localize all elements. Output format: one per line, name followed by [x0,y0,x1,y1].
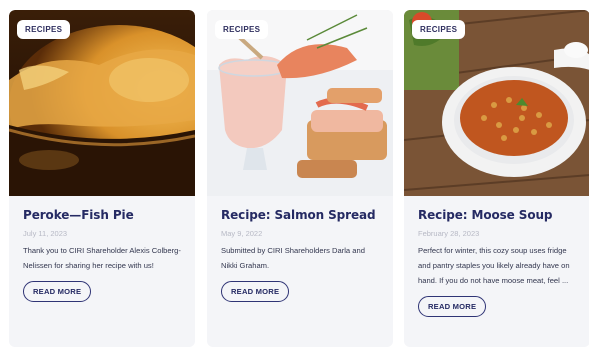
card-excerpt: Perfect for winter, this cozy soup uses … [418,246,570,285]
read-more-button[interactable]: READ MORE [221,281,290,302]
recipe-card-salmon-spread[interactable]: RECIPES Recipe: Salmon Spread May 9, 202… [207,10,393,347]
post-date: July 11, 2023 [23,229,68,238]
moose-soup-photo[interactable]: RECIPES [404,10,589,196]
recipe-card-moose-soup[interactable]: RECIPES Recipe: Moose Soup February 28, … [404,10,589,347]
recipe-card-fish-pie[interactable]: RECIPES Peroke—Fish Pie July 11, 2023 Th… [9,10,195,347]
post-date: February 28, 2023 [418,229,480,238]
post-date: May 9, 2022 [221,229,263,238]
category-badge[interactable]: RECIPES [215,20,269,39]
card-title[interactable]: Recipe: Salmon Spread [221,208,379,223]
recipe-card-grid: RECIPES Peroke—Fish Pie July 11, 2023 Th… [0,0,589,347]
card-title[interactable]: Recipe: Moose Soup [418,208,576,223]
salmon-spread-photo[interactable]: RECIPES [207,10,393,196]
card-title[interactable]: Peroke—Fish Pie [23,208,181,223]
fish-pie-photo[interactable]: RECIPES [9,10,195,196]
read-more-button[interactable]: READ MORE [418,296,487,317]
read-more-button[interactable]: READ MORE [23,281,92,302]
card-excerpt: Thank you to CIRI Shareholder Alexis Col… [23,246,181,270]
card-excerpt: Submitted by CIRI Shareholders Darla and… [221,246,365,270]
category-badge[interactable]: RECIPES [412,20,466,39]
category-badge[interactable]: RECIPES [17,20,71,39]
